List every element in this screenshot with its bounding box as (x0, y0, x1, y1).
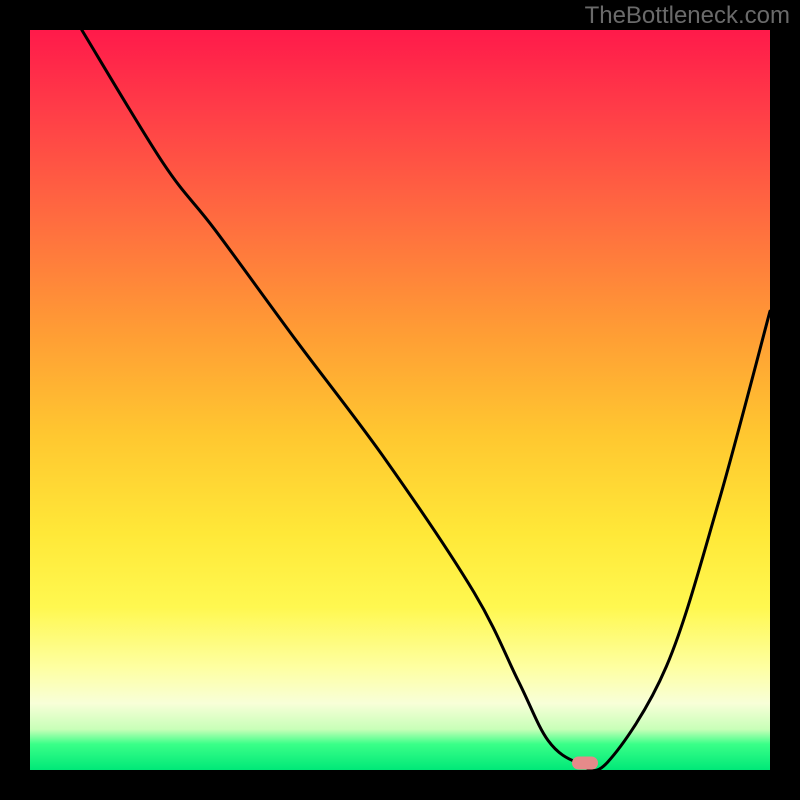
bottleneck-curve-path (82, 30, 770, 771)
chart-svg (30, 30, 770, 770)
watermark-text: TheBottleneck.com (585, 2, 790, 30)
chart-frame (30, 30, 770, 770)
optimal-point-marker (572, 756, 598, 769)
